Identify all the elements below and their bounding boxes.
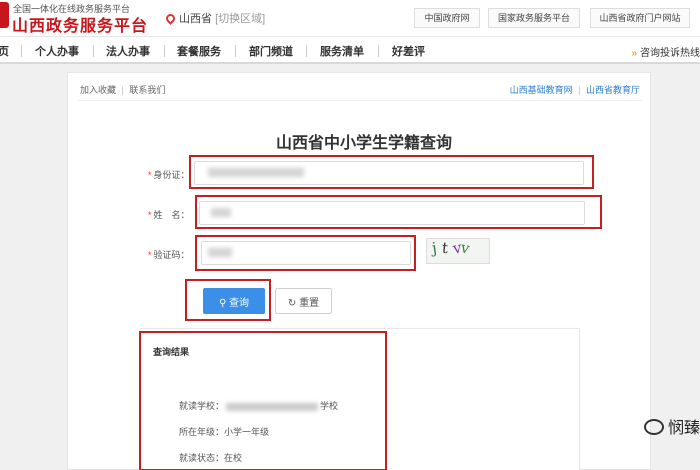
link-gov-cn[interactable]: 中国政府网 <box>414 8 480 28</box>
captcha-label-text: 验证码： <box>153 250 190 260</box>
wechat-watermark: 悯臻 <box>643 414 700 438</box>
site-header: 全国一体化在线政务服务平台 山西政务服务平台 山西省 [切换区域] 中国政府网 … <box>0 0 700 36</box>
id-label: * 身份证： <box>148 168 190 181</box>
annotation-box-id <box>189 155 594 189</box>
required-mark: * <box>148 170 152 180</box>
wechat-icon <box>643 419 664 435</box>
nav-divider <box>306 45 307 57</box>
utility-links-left: 加入收藏 | 联系我们 <box>80 83 165 96</box>
name-label: * 姓 名： <box>148 208 190 221</box>
shanxi-education-dept-link[interactable]: 山西省教育厅 <box>586 85 640 95</box>
nav-divider <box>164 45 165 57</box>
nav-item-feedback[interactable]: 好差评 <box>392 43 425 59</box>
nav-item-personal[interactable]: 个人办事 <box>35 43 79 59</box>
link-shanxi-portal[interactable]: 山西省政府门户网站 <box>590 8 690 28</box>
logo-mark-icon <box>0 2 9 28</box>
region-selector[interactable]: 山西省 [切换区域] <box>164 10 265 26</box>
query-panel: 加入收藏 | 联系我们 山西基础教育网 | 山西省教育厅 山西省中小学生学籍查询… <box>67 72 651 470</box>
location-pin-icon <box>164 12 177 25</box>
nav-item-service-list[interactable]: 服务清单 <box>320 43 364 59</box>
annotation-box-name <box>195 195 602 229</box>
name-label-text: 姓 名： <box>153 210 190 220</box>
platform-name[interactable]: 山西政务服务平台 <box>12 12 148 36</box>
double-chevron-right-icon: » <box>631 48 637 59</box>
nav-divider <box>378 45 379 57</box>
region-switch-link[interactable]: [切换区域] <box>215 13 265 25</box>
captcha-image[interactable]: j t vv <box>426 238 490 264</box>
annotation-box-result <box>139 331 387 470</box>
refresh-icon: ↻ <box>287 297 297 309</box>
annotation-box-query <box>185 279 271 321</box>
page-title: 山西省中小学生学籍查询 <box>275 135 452 152</box>
utility-separator: | <box>578 85 581 95</box>
bookmark-link[interactable]: 加入收藏 <box>80 85 116 95</box>
watermark-text: 悯臻 <box>667 420 700 437</box>
nav-divider <box>235 45 236 57</box>
region-name: 山西省 <box>179 13 212 25</box>
contact-link[interactable]: 联系我们 <box>129 85 165 95</box>
id-label-text: 身份证： <box>153 170 190 180</box>
nav-item-departments[interactable]: 部门频道 <box>249 43 293 59</box>
captcha-char: t <box>440 238 449 258</box>
captcha-label: * 验证码： <box>148 248 190 261</box>
required-mark: * <box>148 210 152 220</box>
complaint-label: 咨询投诉热线 <box>640 48 700 59</box>
utility-separator: | <box>121 85 124 95</box>
required-mark: * <box>148 250 152 260</box>
main-nav: 页 个人办事 法人办事 套餐服务 部门频道 服务清单 好差评 » 咨询投诉热线 <box>0 36 700 64</box>
nav-divider <box>21 45 22 57</box>
captcha-char: v <box>459 238 472 258</box>
link-national-platform[interactable]: 国家政务服务平台 <box>488 8 580 28</box>
divider <box>78 100 642 101</box>
annotation-box-captcha <box>195 235 416 271</box>
nav-item-corporate[interactable]: 法人办事 <box>106 43 150 59</box>
nav-item-home[interactable]: 页 <box>0 43 9 59</box>
nav-divider <box>93 45 94 57</box>
captcha-char: j <box>430 238 438 258</box>
shanxi-education-net-link[interactable]: 山西基础教育网 <box>510 85 573 95</box>
utility-links-right: 山西基础教育网 | 山西省教育厅 <box>510 83 640 96</box>
reset-button-label: 重置 <box>299 297 320 309</box>
reset-button[interactable]: ↻ 重置 <box>275 288 332 314</box>
complaint-hotline-link[interactable]: » 咨询投诉热线 <box>631 44 700 59</box>
nav-item-packages[interactable]: 套餐服务 <box>177 43 221 59</box>
